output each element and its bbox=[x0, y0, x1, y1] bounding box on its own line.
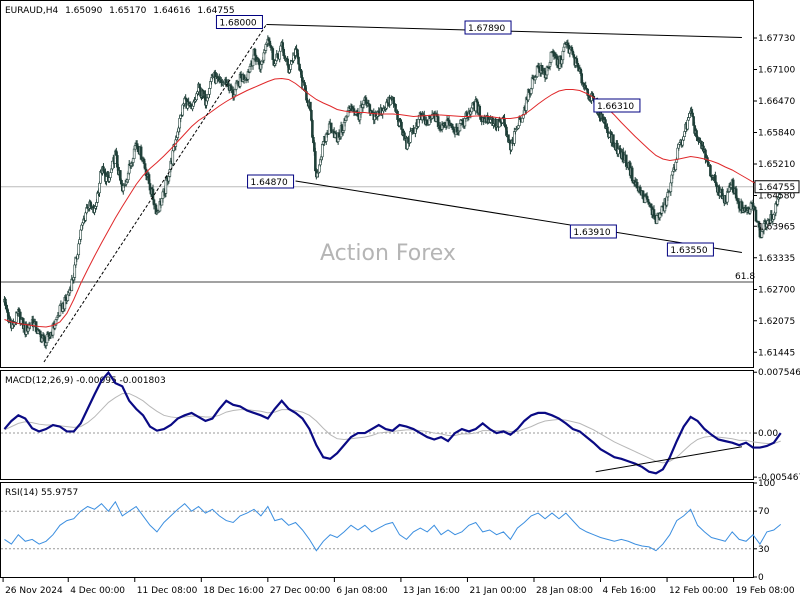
swing-label: 1.63910 bbox=[573, 228, 610, 238]
rsi-panel-frame bbox=[0, 482, 754, 578]
open-value: 1.65090 bbox=[65, 6, 102, 16]
candle-body bbox=[271, 48, 275, 60]
swing-label: 1.66310 bbox=[597, 102, 634, 112]
price-axis-label: 1.66470 bbox=[758, 97, 795, 107]
candle-body bbox=[572, 54, 576, 58]
candle-body bbox=[400, 121, 403, 130]
time-axis-label: 6 Jan 08:00 bbox=[336, 586, 388, 596]
candle-body bbox=[396, 110, 399, 120]
rsi-axis-label: 30 bbox=[758, 545, 770, 555]
candle-body bbox=[549, 51, 553, 63]
candle-body bbox=[98, 182, 101, 194]
candle-body bbox=[311, 120, 314, 138]
swing-label: 1.68000 bbox=[219, 19, 256, 29]
time-axis-label: 27 Dec 00:00 bbox=[270, 586, 331, 596]
candle-body bbox=[561, 50, 565, 61]
candle-body bbox=[109, 172, 112, 178]
candle-body bbox=[79, 229, 83, 240]
candle-body bbox=[682, 136, 685, 141]
candle-body bbox=[409, 131, 412, 143]
current-price-label: 1.64755 bbox=[758, 183, 795, 193]
watermark: Action Forex bbox=[320, 241, 456, 266]
price-axis-label: 1.62075 bbox=[758, 317, 795, 327]
candle-body bbox=[562, 46, 566, 52]
candle-body bbox=[171, 150, 175, 165]
time-axis-label: 19 Feb 08:00 bbox=[736, 586, 795, 596]
time-axis-label: 4 Feb 16:00 bbox=[603, 586, 657, 596]
swing-label: 1.67890 bbox=[468, 24, 505, 34]
candle-body bbox=[320, 144, 324, 158]
rsi-axis-label: 100 bbox=[758, 479, 775, 489]
swing-label: 1.64870 bbox=[251, 178, 288, 188]
time-axis-label: 11 Dec 08:00 bbox=[137, 586, 198, 596]
price-axis-label: 1.67100 bbox=[758, 66, 795, 76]
price-axis-label: 1.62700 bbox=[758, 286, 795, 296]
time-axis-label: 13 Jan 16:00 bbox=[403, 586, 460, 596]
price-axis-label: 1.67730 bbox=[758, 34, 795, 44]
candle-body bbox=[674, 161, 678, 170]
rsi-axis-label: 0 bbox=[758, 573, 764, 583]
time-axis-label: 4 Dec 00:00 bbox=[70, 586, 125, 596]
symbol-label: EURAUD,H4 bbox=[5, 6, 58, 16]
candle-body bbox=[208, 88, 211, 95]
low-value: 1.64616 bbox=[153, 6, 190, 16]
swing-label: 1.63550 bbox=[670, 246, 707, 256]
candle-body bbox=[329, 122, 333, 132]
time-axis-label: 26 Nov 2024 bbox=[5, 586, 63, 596]
high-value: 1.65170 bbox=[109, 6, 146, 16]
price-axis-label: 1.63335 bbox=[758, 254, 795, 264]
price-axis-label: 1.65210 bbox=[758, 160, 795, 170]
candle-body bbox=[709, 165, 712, 177]
candle-body bbox=[394, 104, 397, 112]
fib-level-label: 61.8 bbox=[735, 272, 755, 282]
macd-axis-label: 0.00 bbox=[758, 429, 778, 439]
price-header: EURAUD,H4 1.65090 1.65170 1.64616 1.6475… bbox=[5, 6, 235, 16]
price-axis-label: 1.63965 bbox=[758, 222, 795, 232]
candle-body bbox=[478, 105, 482, 117]
chart-canvas: Action Forex EURAUD,H4 1.65090 1.65170 1… bbox=[0, 0, 800, 596]
close-value: 1.64755 bbox=[197, 6, 234, 16]
candle-body bbox=[725, 191, 729, 203]
candle-body bbox=[278, 50, 282, 60]
time-axis-label: 12 Feb 00:00 bbox=[669, 586, 728, 596]
rsi-axis-label: 70 bbox=[758, 507, 770, 517]
macd-header: MACD(12,26,9) -0.00095 -0.001803 bbox=[5, 376, 166, 386]
candle-body bbox=[164, 179, 168, 194]
macd-axis-label: 0.007546 bbox=[758, 368, 800, 378]
candle-body bbox=[364, 97, 368, 103]
candle-body bbox=[289, 63, 292, 70]
candle-body bbox=[77, 243, 81, 256]
candle-body bbox=[309, 101, 312, 111]
candle-body bbox=[686, 119, 689, 130]
price-panel-frame bbox=[0, 0, 754, 368]
rsi-header: RSI(14) 55.9757 bbox=[5, 488, 78, 498]
time-axis-label: 28 Jan 08:00 bbox=[536, 586, 593, 596]
price-axis-label: 1.65840 bbox=[758, 129, 795, 139]
candle-body bbox=[297, 56, 300, 65]
price-axis-label: 1.61445 bbox=[758, 348, 795, 358]
candle-body bbox=[754, 209, 758, 222]
candle-body bbox=[314, 151, 317, 172]
candle-body bbox=[630, 167, 634, 182]
time-axis-label: 21 Jan 00:00 bbox=[469, 586, 526, 596]
time-axis-label: 18 Dec 16:00 bbox=[203, 586, 264, 596]
